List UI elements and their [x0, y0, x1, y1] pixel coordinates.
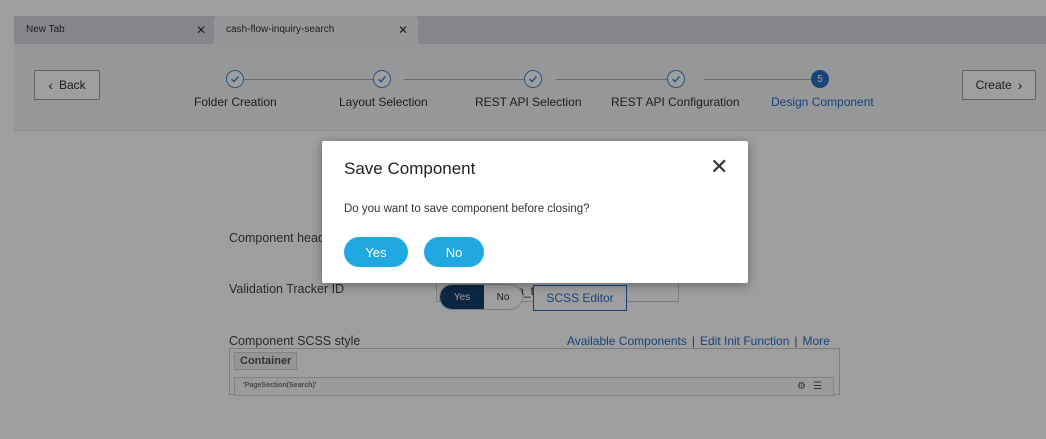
close-icon[interactable]: ✕	[710, 156, 728, 178]
dialog-title: Save Component	[344, 159, 476, 178]
yes-button[interactable]: Yes	[344, 237, 408, 267]
save-component-dialog: Save Component ✕ Do you want to save com…	[322, 141, 748, 283]
dialog-message: Do you want to save component before clo…	[344, 203, 590, 215]
no-button[interactable]: No	[424, 237, 484, 267]
